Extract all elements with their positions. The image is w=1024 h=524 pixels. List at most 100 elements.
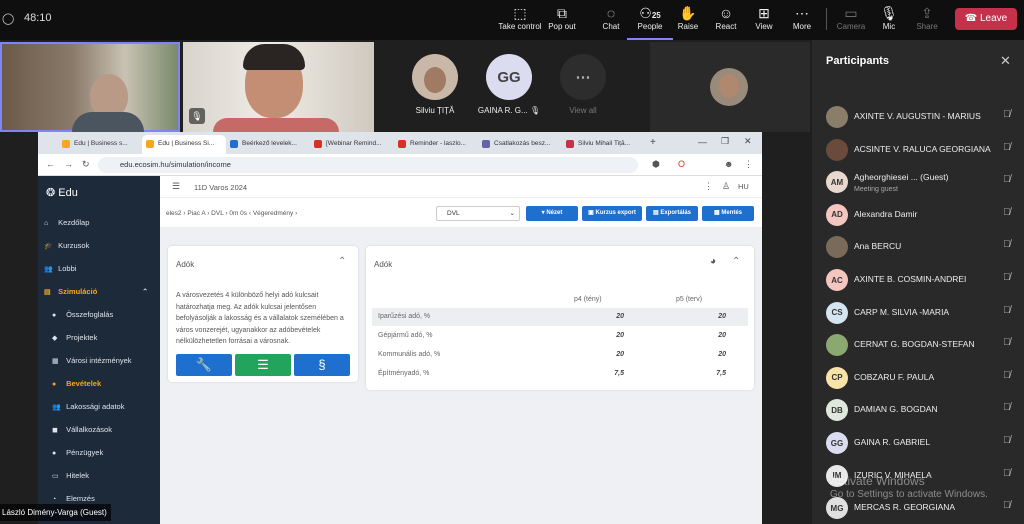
take-control-button[interactable]: ⬚ Take control [497,4,543,31]
mic-muted-icon: 🎙̸ [1003,141,1011,153]
table-row[interactable]: Kommunális adó, % 20 20 [372,346,748,364]
regulation-button[interactable]: § [294,354,350,376]
sidebar-item-label: Szimuláció [58,287,98,296]
course-export-button[interactable]: ▣ Kurzus export [582,206,642,221]
close-icon[interactable]: ✕ [1000,53,1011,69]
avatar: AD [826,203,848,226]
mic-muted-icon: 🎙̸ [1003,467,1011,479]
leave-button[interactable]: ☎ Leave [955,8,1017,30]
view-all-button[interactable]: ⋯ View all [548,54,618,115]
extension-icon[interactable]: ⬢ [652,159,660,170]
opera-icon[interactable]: O [678,159,685,169]
pop-out-button[interactable]: ⧉ Pop out [539,4,585,31]
participant-row[interactable]: Ana BERCU 🎙̸ [826,233,1024,261]
participant-row[interactable]: AD Alexandra Damir 🎙̸ [826,201,1024,229]
kebab-icon[interactable]: ⋮ [704,181,713,192]
sidebar-item[interactable]: 👥 Lakossági adatok [52,402,124,411]
participant-row[interactable]: ACSINTE V. RALUCA GEORGIANA 🎙̸ [826,136,1024,164]
participant-name: GAINA R. GABRIEL [854,437,931,447]
table-row[interactable]: Iparűzési adó, % 20 20 [372,308,748,326]
share-button[interactable]: ⇪ Share [904,4,950,31]
participant-row[interactable]: CS CARP M. SILVIA -MARIA 🎙̸ [826,299,1024,327]
export-button[interactable]: ▤ Exportálás [646,206,698,221]
reload-icon[interactable]: ↻ [82,159,90,170]
sidebar-item[interactable]: ◆ Projektek [52,333,97,342]
participant-row[interactable]: AC AXINTE B. COSMIN-ANDREI 🎙̸ [826,266,1024,294]
participant-tile[interactable]: Silviu ȚIȚĂ [400,54,470,115]
logo-icon: ❂ [46,187,56,199]
view-dropdown-button[interactable]: ▾ Nézet [526,206,578,221]
collapse-icon[interactable]: ⌃ [338,256,346,267]
coins-icon: ● [52,381,57,388]
sidebar-item[interactable]: 🎓 Kurzusok [44,241,89,250]
participant-video-hair [243,44,305,70]
browser-tab[interactable]: Reminder - laszlo... [394,135,478,154]
breadcrumb[interactable]: eles2 › Piac A › DVL › 0m 0s ‹ Végeredmé… [166,210,297,217]
app-toolbar: eles2 › Piac A › DVL › 0m 0s ‹ Végeredmé… [160,198,762,228]
button-label: Mentés [721,210,742,216]
sidebar-item[interactable]: ● Pénzügyek [52,448,103,457]
sidebar-item[interactable]: ◼ Vállalkozások [52,425,112,434]
page-title: 11D Varos 2024 [194,183,248,192]
participant-row[interactable]: DB DAMIAN G. BOGDAN 🎙̸ [826,396,1024,424]
video-tile-speaker[interactable]: 🎙 [183,42,374,132]
close-window-icon[interactable]: ✕ [744,136,752,147]
save-button[interactable]: ▦ Mentés [702,206,754,221]
video-tile-avatar[interactable] [650,42,810,132]
user-icon[interactable]: ♙ [722,181,730,192]
more-button[interactable]: ⋯ More [779,4,825,31]
browser-tab[interactable]: Csatlakozás besz... [478,135,562,154]
tax-label: Építményadó, % [378,370,430,377]
collapse-icon[interactable]: ⌃ [732,256,740,267]
share-icon: ⇪ [921,5,933,21]
new-tab-icon[interactable]: + [650,137,656,148]
profile-icon[interactable]: ☻ [724,159,733,169]
participant-name: Silviu ȚIȚĂ [415,106,455,115]
sidebar-item-label: Városi intézmények [66,356,132,365]
table-row[interactable]: Építményadó, % 7,5 7,5 [372,365,748,383]
avatar: CS [826,301,848,324]
table-button[interactable]: ☰ [235,354,291,376]
url-field[interactable]: edu.ecosim.hu/simulation/income [98,157,638,173]
sidebar-item[interactable]: ● Bevételek [52,379,101,388]
chart-icon: ▤ [44,289,51,296]
sidebar-item[interactable]: ▭ Hitelek [52,471,89,480]
favicon-icon [398,140,406,148]
participant-row[interactable]: AM Agheorghiesei ... (Guest) Meeting guest… [826,168,1024,196]
video-tile-presenter[interactable] [0,42,180,134]
sidebar-item[interactable]: ▦ Városi intézmények [52,356,132,365]
p4-value: 7,5 [614,370,624,377]
sidebar-item[interactable]: ● Összefoglalás [52,310,113,319]
analytics-icon: ◔ [52,496,57,503]
maximize-icon[interactable]: ❐ [721,136,729,147]
browser-tab[interactable]: [Webinar Remind... [310,135,394,154]
browser-tab-active[interactable]: Edu | Business Si... [142,135,226,154]
sidebar-item-label: Pénzügyek [66,448,104,457]
participant-name: MERCAS R. GEORGIANA [854,502,956,513]
sidebar-item[interactable]: 👥 Lobbi [44,264,76,273]
p5-value: 7,5 [716,370,726,377]
participant-tile[interactable]: GG GAINA R. G... 🎙 [474,54,544,115]
sidebar-item[interactable]: ▤ Szimuláció ⌃ [44,287,148,296]
participant-row[interactable]: CERNAT G. BOGDAN-STEFAN 🎙̸ [826,331,1024,359]
hamburger-icon[interactable]: ☰ [172,181,180,192]
minimize-icon[interactable]: — [698,137,707,147]
forward-icon[interactable]: → [64,159,73,169]
participant-row[interactable]: AXINTE V. AUGUSTIN - MARIUS 🎙̸ [826,103,1024,131]
participant-row[interactable]: CP COBZARU F. PAULA 🎙̸ [826,364,1024,392]
activate-windows-watermark: Activate Windows Go to Settings to activ… [830,475,988,501]
participant-row[interactable]: GG GAINA R. GABRIEL 🎙̸ [826,429,1024,457]
browser-tab[interactable]: Edu | Business s... [58,135,142,154]
sidebar-item[interactable]: ⌂ Kezdőlap [44,218,89,227]
browser-tab[interactable]: Beérkező levelek... [226,135,310,154]
table-row[interactable]: Gépjármű adó, % 20 20 [372,327,748,345]
language-switch[interactable]: HU [738,182,749,191]
sidebar-item[interactable]: ◔ Elemzés [52,494,95,503]
participant-name: CERNAT G. BOGDAN-STEFAN [854,339,975,350]
browser-tab[interactable]: Silviu Mihail Tiță... [562,135,646,154]
menu-icon[interactable]: ⋮ [744,159,753,170]
back-icon[interactable]: ← [46,159,55,169]
market-select[interactable]: DVL ⌄ [436,206,520,221]
settings-button[interactable]: 🔧 [176,354,232,376]
pie-chart-icon[interactable]: ◕ [710,256,716,267]
